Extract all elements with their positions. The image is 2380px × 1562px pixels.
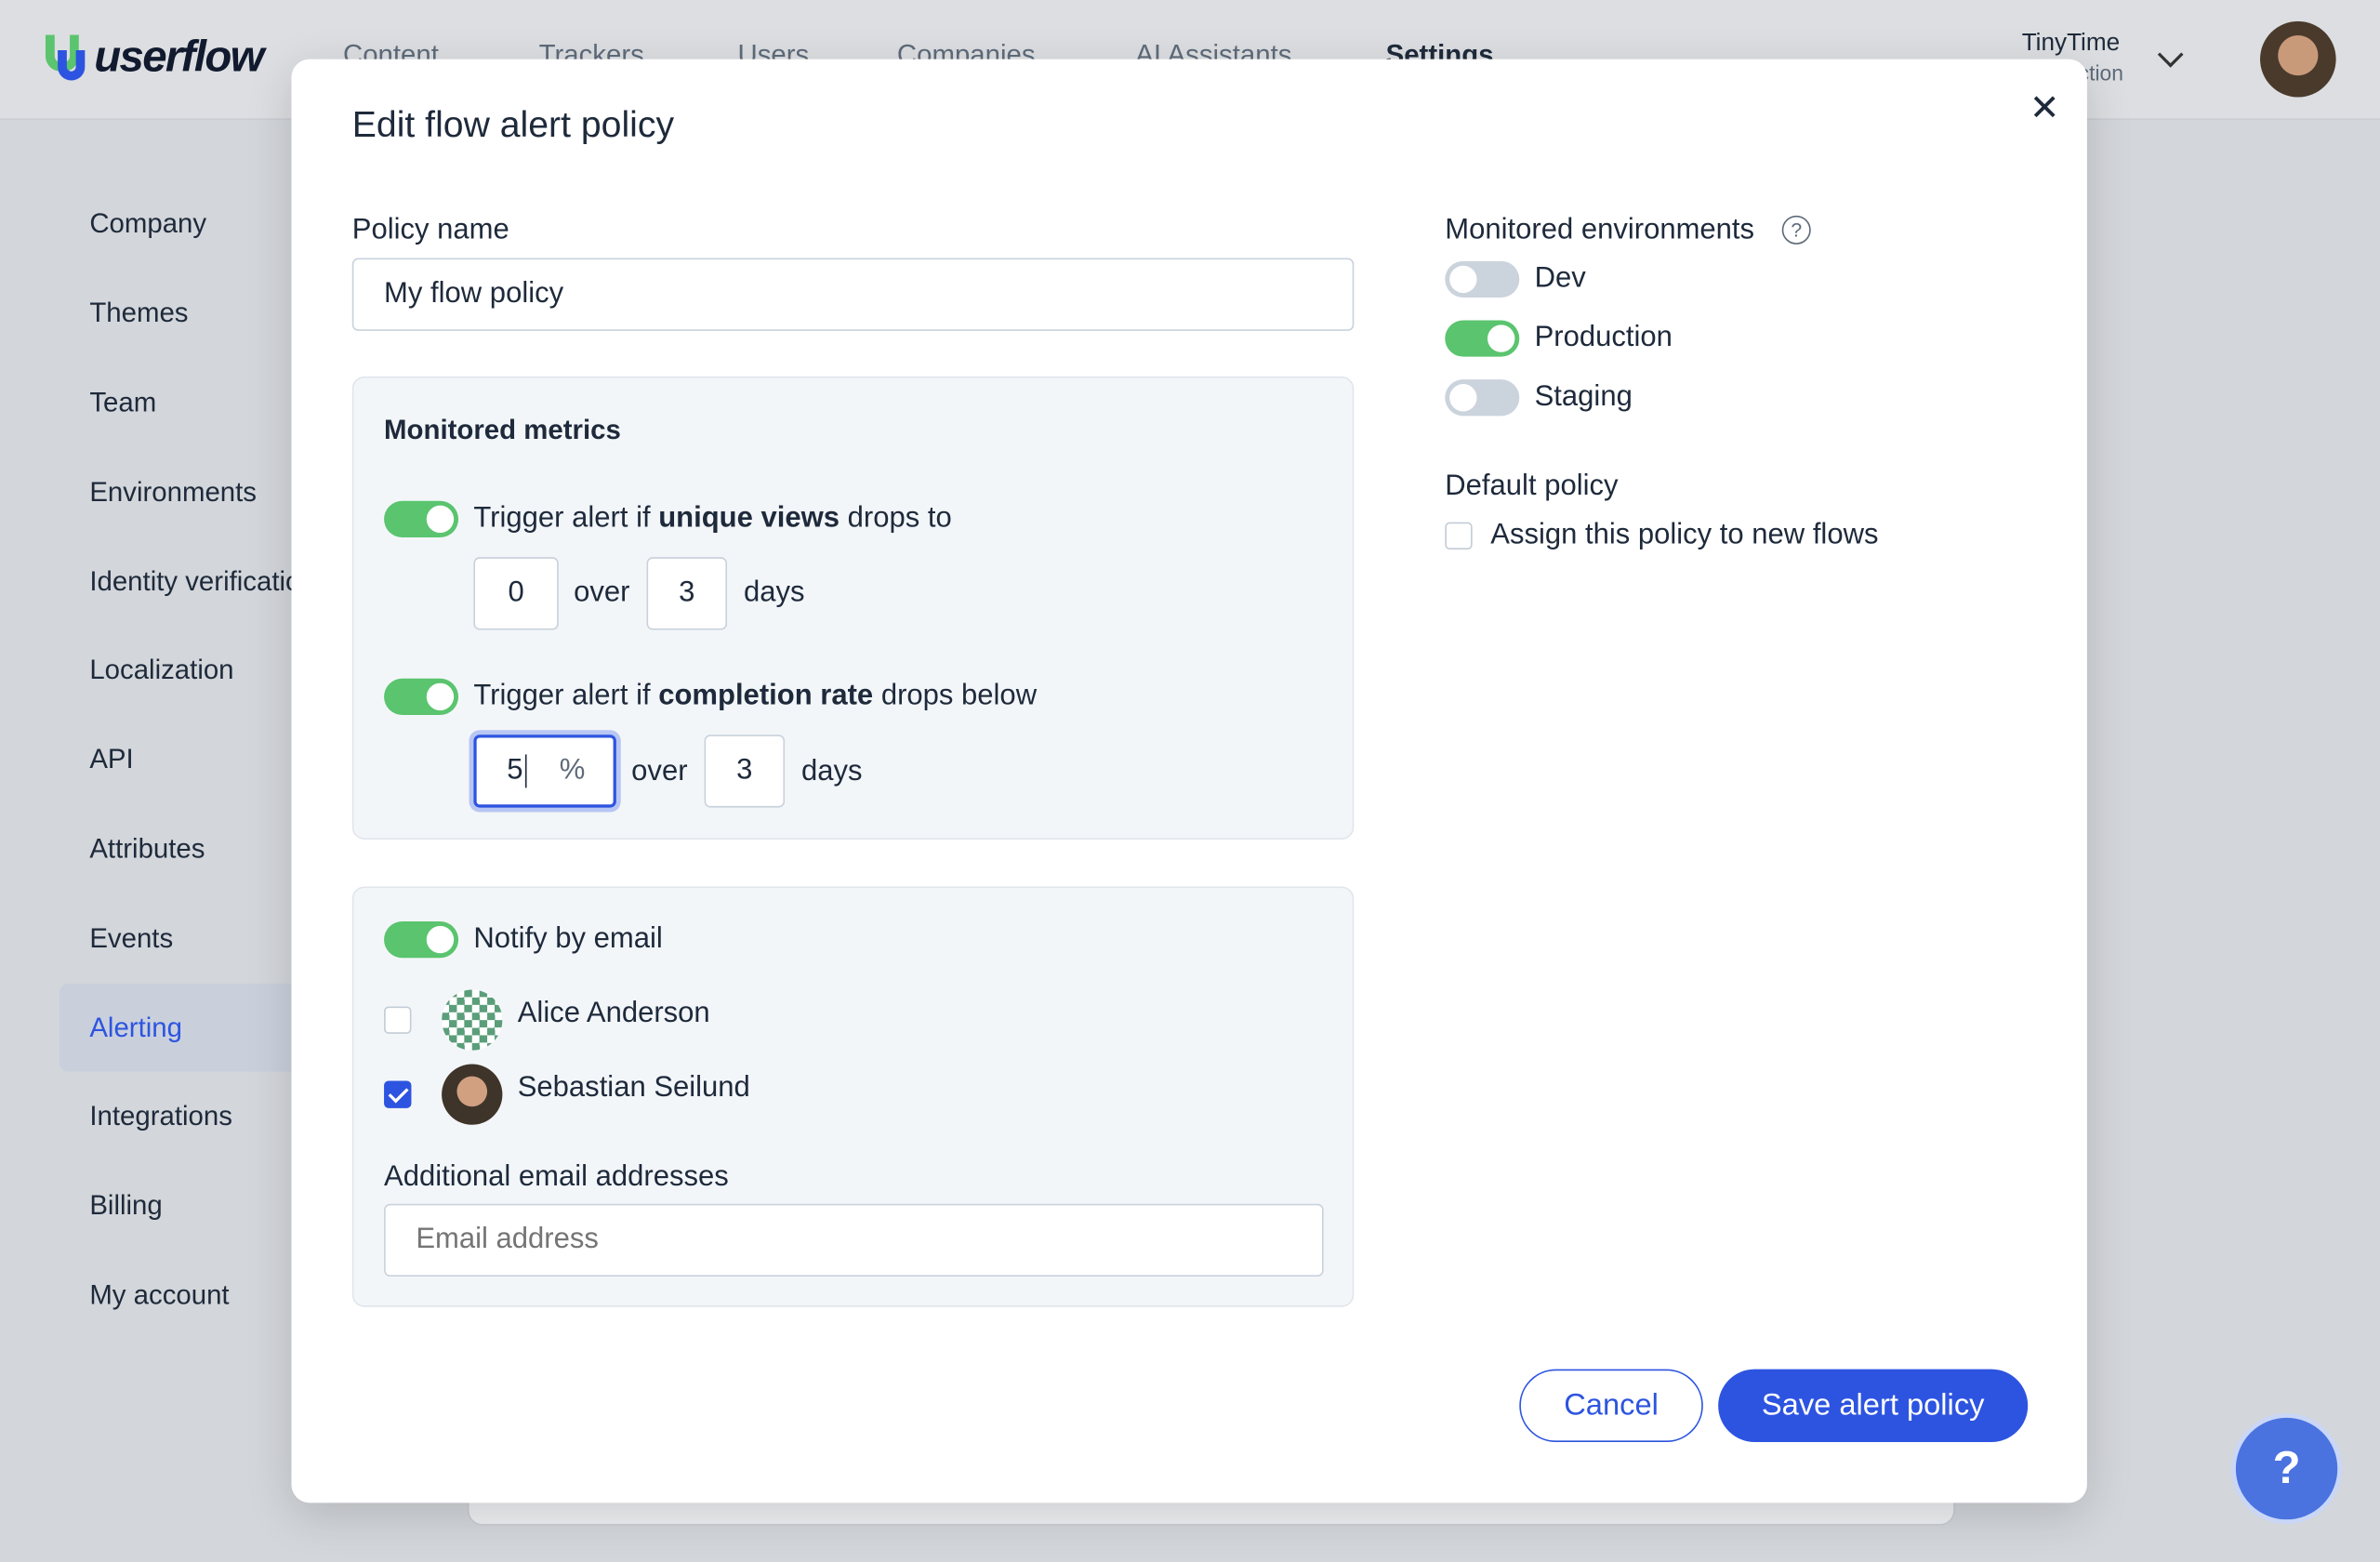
staging-label: Staging — [1534, 380, 1633, 414]
close-icon[interactable]: ✕ — [2030, 86, 2060, 130]
alice-checkbox[interactable] — [384, 1006, 412, 1034]
alice-name: Alice Anderson — [517, 997, 710, 1029]
sidebar-item-billing[interactable]: Billing — [89, 1190, 162, 1222]
sebastian-checkbox[interactable] — [384, 1080, 412, 1108]
chevron-down-icon[interactable] — [2157, 41, 2184, 68]
unique-views-days-input[interactable]: 3 — [646, 557, 728, 630]
help-icon[interactable]: ? — [1781, 215, 1811, 245]
sidebar-item-attributes[interactable]: Attributes — [89, 833, 205, 865]
user-avatar[interactable] — [2260, 20, 2336, 98]
unique-views-rule: Trigger alert if unique views drops to — [473, 502, 952, 535]
sidebar-item-integrations[interactable]: Integrations — [89, 1101, 232, 1132]
sidebar-item-team[interactable]: Team — [89, 387, 156, 418]
sidebar-item-themes[interactable]: Themes — [89, 298, 188, 329]
edit-alert-policy-modal: Edit flow alert policy ✕ Policy name My … — [291, 59, 2087, 1503]
sebastian-avatar — [442, 1064, 503, 1125]
save-alert-policy-button[interactable]: Save alert policy — [1718, 1369, 2029, 1443]
notify-email-toggle[interactable] — [384, 921, 459, 959]
additional-emails-label: Additional email addresses — [384, 1160, 729, 1194]
production-toggle[interactable] — [1445, 320, 1520, 357]
sidebar-item-api[interactable]: API — [89, 744, 133, 775]
production-label: Production — [1534, 322, 1673, 354]
sidebar-item-localization[interactable]: Localization — [89, 655, 233, 686]
sidebar-item-environments[interactable]: Environments — [89, 477, 257, 509]
logo-text: userflow — [94, 33, 264, 83]
monitored-metrics-section: Monitored metrics Trigger alert if uniqu… — [351, 376, 1355, 840]
staging-toggle[interactable] — [1445, 379, 1520, 417]
workspace-name[interactable]: TinyTime — [2022, 31, 2120, 58]
completion-rate-toggle[interactable] — [384, 678, 459, 715]
unique-views-toggle[interactable] — [384, 500, 459, 537]
sidebar-item-my-account[interactable]: My account — [89, 1279, 229, 1311]
default-policy-label: Default policy — [1445, 470, 1619, 503]
sidebar-item-company[interactable]: Company — [89, 208, 206, 240]
days-label: days — [743, 576, 805, 609]
alice-avatar — [442, 989, 503, 1051]
sidebar-item-events[interactable]: Events — [89, 923, 173, 955]
over-label: over — [574, 576, 630, 609]
over-label: over — [631, 756, 688, 788]
chat-question-icon: ? — [2272, 1442, 2301, 1493]
policy-name-label: Policy name — [351, 214, 509, 246]
completion-rate-days-input[interactable]: 3 — [704, 735, 786, 808]
completion-rate-threshold-input[interactable]: 5 % — [473, 735, 616, 808]
sidebar-item-alerting[interactable]: Alerting — [89, 1013, 182, 1044]
completion-rate-value: 5 — [507, 754, 526, 788]
dev-label: Dev — [1534, 262, 1586, 295]
sebastian-name: Sebastian Seilund — [517, 1071, 750, 1104]
monitored-environments-label: Monitored environments — [1445, 214, 1755, 246]
notify-email-label: Notify by email — [473, 922, 663, 955]
sidebar-item-identity-verification[interactable]: Identity verification — [89, 566, 315, 598]
days-label: days — [801, 756, 863, 788]
cancel-button[interactable]: Cancel — [1519, 1369, 1703, 1443]
policy-name-input[interactable]: My flow policy — [351, 258, 1355, 331]
unique-views-threshold-input[interactable]: 0 — [473, 557, 559, 630]
email-address-input[interactable] — [384, 1203, 1324, 1277]
default-policy-checkbox[interactable] — [1445, 522, 1473, 550]
logo-icon — [45, 33, 88, 83]
metrics-heading: Monitored metrics — [384, 414, 621, 445]
userflow-logo[interactable]: userflow — [45, 33, 264, 84]
dev-toggle[interactable] — [1445, 260, 1520, 298]
help-chat-button[interactable]: ? — [2230, 1412, 2343, 1525]
notify-section: Notify by email Alice Anderson Sebastian… — [351, 886, 1355, 1307]
default-policy-checkbox-label: Assign this policy to new flows — [1490, 519, 1879, 551]
percent-unit: % — [559, 754, 586, 787]
completion-rate-rule: Trigger alert if completion rate drops b… — [473, 680, 1038, 712]
modal-title: Edit flow alert policy — [351, 104, 675, 146]
